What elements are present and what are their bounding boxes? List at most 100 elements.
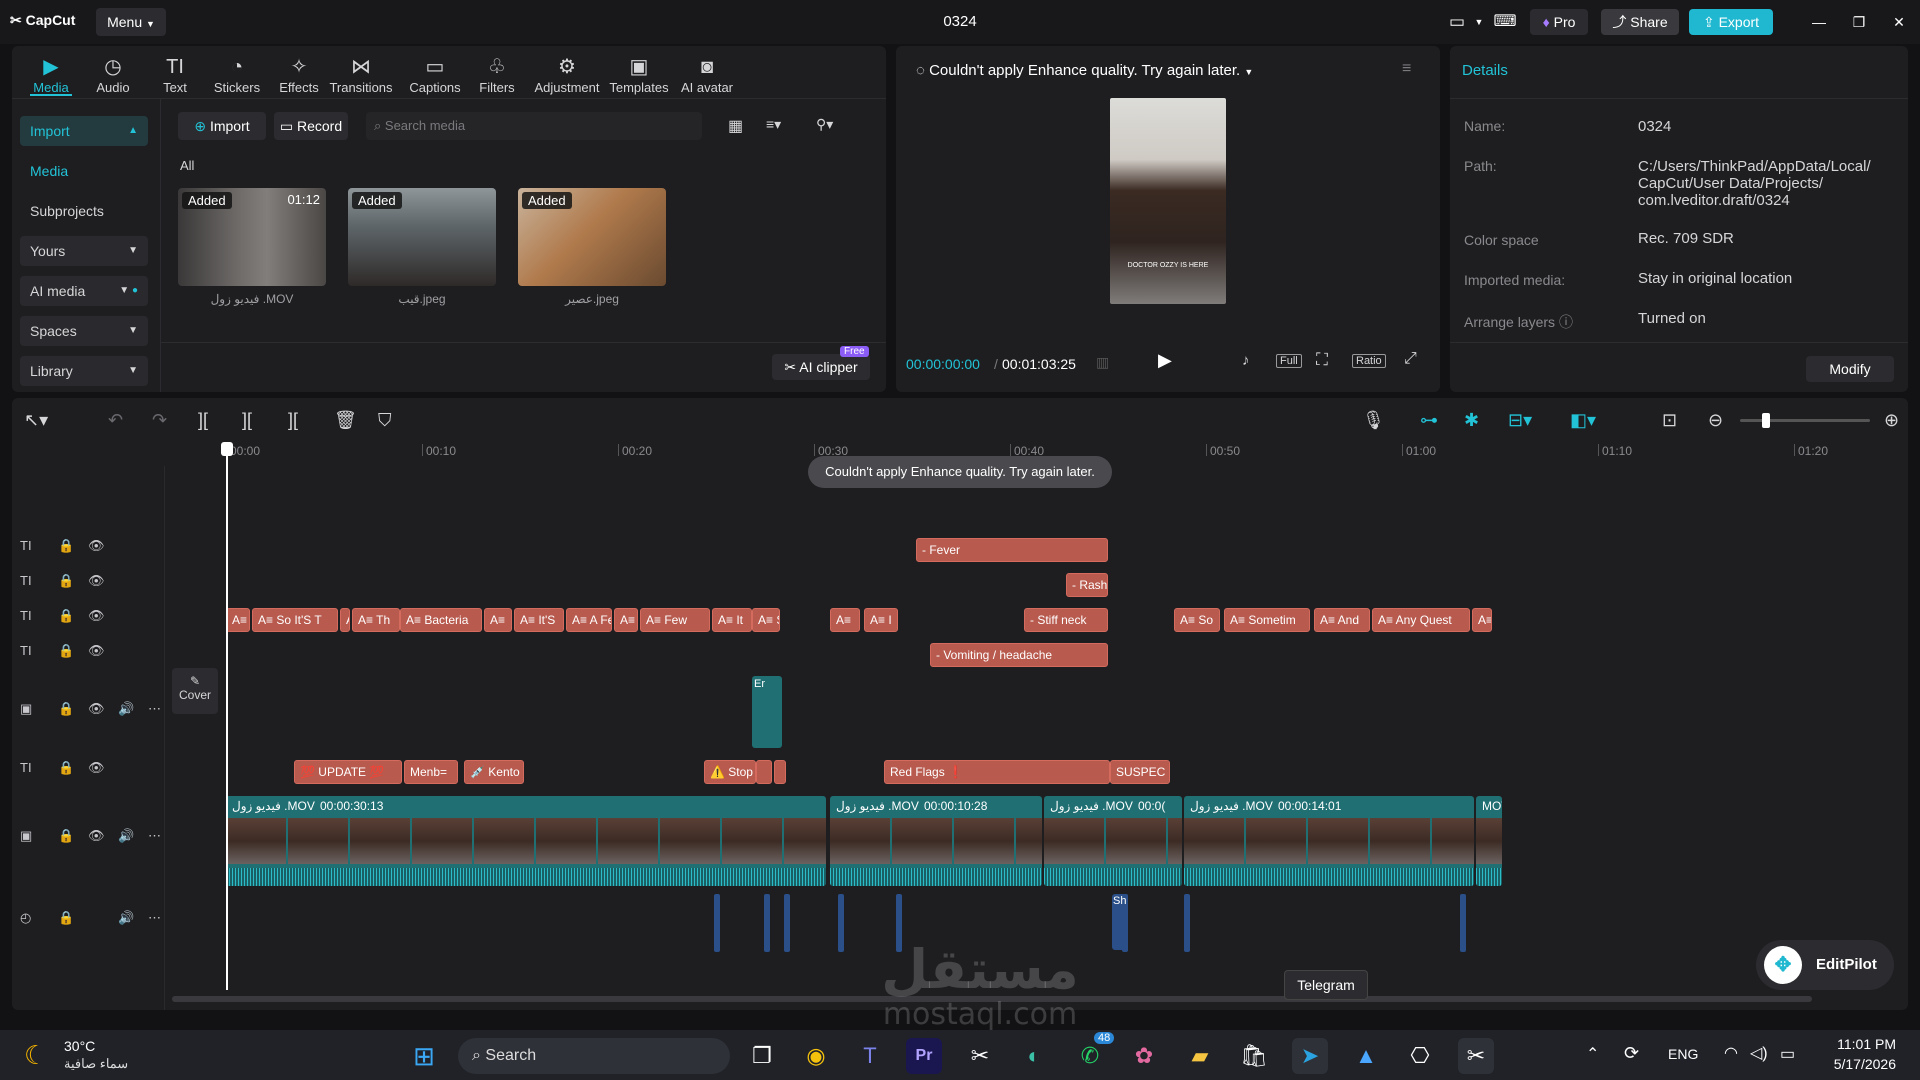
ratio-button[interactable]: Ratio <box>1352 354 1386 368</box>
visibility-icon[interactable]: 👁 <box>88 573 105 589</box>
capcut-app-icon[interactable]: ✂ <box>962 1038 998 1074</box>
sidebar-subprojects[interactable]: Subprojects <box>20 196 148 226</box>
grid-view-icon[interactable]: ▦ <box>728 116 743 136</box>
split-right-icon[interactable]: ][ <box>288 410 298 431</box>
zoom-slider-handle[interactable] <box>1762 413 1770 428</box>
more-icon[interactable]: ⋯ <box>148 701 161 717</box>
sidebar-spaces[interactable]: Spaces ▼ <box>20 316 148 346</box>
zoom-out-icon[interactable]: ⊖ <box>1708 410 1723 431</box>
audio-marker[interactable] <box>764 894 770 952</box>
shield-icon[interactable]: ⛉ <box>378 410 392 431</box>
visibility-icon[interactable]: 👁 <box>88 538 105 554</box>
split-left-icon[interactable]: ][ <box>242 410 252 431</box>
sticker-clip[interactable] <box>756 760 772 784</box>
sticker-clip[interactable]: ⚠️ Stop <box>704 760 756 784</box>
text-clip[interactable]: A≡ It'S <box>514 608 564 632</box>
lock-icon[interactable]: 🔒 <box>58 828 74 844</box>
store-icon[interactable]: 🛍 <box>1236 1038 1272 1074</box>
playhead-handle[interactable] <box>221 442 233 456</box>
pro-button[interactable]: ♦ Pro <box>1530 9 1588 35</box>
menu-button[interactable]: Menu ▼ <box>96 8 166 36</box>
sticker-clip[interactable]: 💉 Kento <box>464 760 524 784</box>
more-icon[interactable]: ⋯ <box>148 910 161 926</box>
text-clip[interactable]: A≡ Few <box>640 608 710 632</box>
restore-icon[interactable]: ❐ <box>1846 9 1872 35</box>
text-clip[interactable]: A≡ And <box>1314 608 1370 632</box>
copilot-icon[interactable]: ✿ <box>1126 1038 1162 1074</box>
layout-icon[interactable]: ▭ <box>1444 9 1470 35</box>
sync-icon[interactable]: ⟳ <box>1624 1043 1639 1064</box>
task-view-icon[interactable]: ❐ <box>744 1038 780 1074</box>
ai-clipper-button[interactable]: ✂ AI clipper <box>772 354 870 380</box>
text-clip[interactable]: A≡ <box>1472 608 1492 632</box>
tool-stickers[interactable]: ◔ Stickers <box>202 54 272 95</box>
telegram-icon[interactable]: ➤ <box>1292 1038 1328 1074</box>
preview-axis-icon[interactable]: ◧▾ <box>1570 410 1596 431</box>
player-menu-icon[interactable]: ≡ <box>1402 60 1411 78</box>
audio-marker[interactable] <box>784 894 790 952</box>
weather-text[interactable]: سماء صافية <box>64 1056 128 1072</box>
split-icon[interactable]: ][ <box>198 410 208 431</box>
link-icon[interactable]: ⊟▾ <box>1508 410 1532 431</box>
video-track-icon[interactable]: ▣ <box>20 828 32 844</box>
sidebar-media[interactable]: Media <box>20 156 148 186</box>
import-button[interactable]: ⊕ Import <box>178 112 266 140</box>
undo-icon[interactable]: ↶ <box>108 410 123 431</box>
timeline-marks-icon[interactable]: ▥ <box>1096 354 1109 371</box>
lock-icon[interactable]: 🔒 <box>58 573 74 589</box>
chevron-down-icon[interactable]: ▼ <box>1472 9 1486 35</box>
select-tool-icon[interactable]: ↖▾ <box>24 410 48 431</box>
sidebar-import[interactable]: Import ▲ <box>20 116 148 146</box>
taskbar-search[interactable]: ⌕ Search <box>458 1038 730 1074</box>
text-clip[interactable]: A≡ Th <box>352 608 400 632</box>
sticker-clip[interactable]: 💯 UPDATE 💯 <box>294 760 402 784</box>
windows-start-icon[interactable]: ⊞ <box>406 1038 442 1074</box>
fit-icon[interactable]: ⊡ <box>1662 410 1677 431</box>
sticker-clip[interactable]: Menb= <box>404 760 458 784</box>
media-item-image-1[interactable]: Added <box>348 188 496 286</box>
text-clip[interactable]: A≡ S <box>752 608 780 632</box>
clock-time[interactable]: 11:01 PM <box>1834 1036 1896 1052</box>
record-button[interactable]: ▭ Record <box>274 112 348 140</box>
text-clip[interactable]: A≡ So <box>1174 608 1220 632</box>
sticker-clip[interactable]: Red Flags ❗ <box>884 760 1110 784</box>
text-clip[interactable]: A≡ So It'S T <box>252 608 338 632</box>
text-clip[interactable]: A≡ I <box>864 608 898 632</box>
tool-ai-avatar[interactable]: ◙ AI avatar <box>672 54 742 95</box>
text-track-icon[interactable]: TI <box>20 760 32 775</box>
text-clip[interactable]: A≡ <box>614 608 638 632</box>
search-box[interactable]: ⌕ Search media <box>366 112 702 140</box>
filter-all[interactable]: All <box>180 158 194 173</box>
text-track-icon[interactable]: TI <box>20 538 32 553</box>
tiktok-icon[interactable]: ♪ <box>1242 352 1250 369</box>
text-track-icon[interactable]: TI <box>20 573 32 588</box>
teams-icon[interactable]: T <box>852 1038 888 1074</box>
video-clip[interactable]: فيديو زول .MOV 00:00:14:01 <box>1184 796 1474 886</box>
audio-marker[interactable] <box>1184 894 1190 952</box>
mute-icon[interactable]: 🔊 <box>118 701 134 717</box>
text-clip[interactable]: A≡ It <box>712 608 752 632</box>
tool-media[interactable]: ▶ Media <box>16 54 86 95</box>
audio-marker[interactable] <box>1460 894 1466 952</box>
share-button[interactable]: ⤴ Share <box>1601 9 1679 35</box>
visibility-icon[interactable]: 👁 <box>88 828 105 844</box>
lock-icon[interactable]: 🔒 <box>58 538 74 554</box>
tool-adjustment[interactable]: ⚙ Adjustment <box>532 54 602 95</box>
text-clip[interactable]: A≡ Any Quest <box>1372 608 1470 632</box>
tool-text[interactable]: TI Text <box>140 54 210 95</box>
auto-snap-icon[interactable]: ✱ <box>1464 410 1479 431</box>
text-clip[interactable]: A≡ Sometim <box>1224 608 1310 632</box>
visibility-icon[interactable]: 👁 <box>88 608 105 624</box>
video-track-icon[interactable]: ▣ <box>20 701 32 717</box>
lock-icon[interactable]: 🔒 <box>58 760 74 776</box>
tool-transitions[interactable]: ⋈ Transitions <box>326 54 396 95</box>
media-item-video[interactable]: Added 01:12 <box>178 188 326 286</box>
audio-marker[interactable] <box>714 894 720 952</box>
tool-audio[interactable]: ◷ Audio <box>78 54 148 95</box>
keyboard-icon[interactable]: ⌨ <box>1492 9 1518 35</box>
filter-icon[interactable]: ⚲▾ <box>816 116 833 133</box>
text-track-icon[interactable]: TI <box>20 643 32 658</box>
temperature[interactable]: 30°C <box>64 1038 95 1054</box>
overlay-clip[interactable]: Er <box>752 676 782 748</box>
text-clip[interactable]: A≡ A Fe <box>566 608 612 632</box>
